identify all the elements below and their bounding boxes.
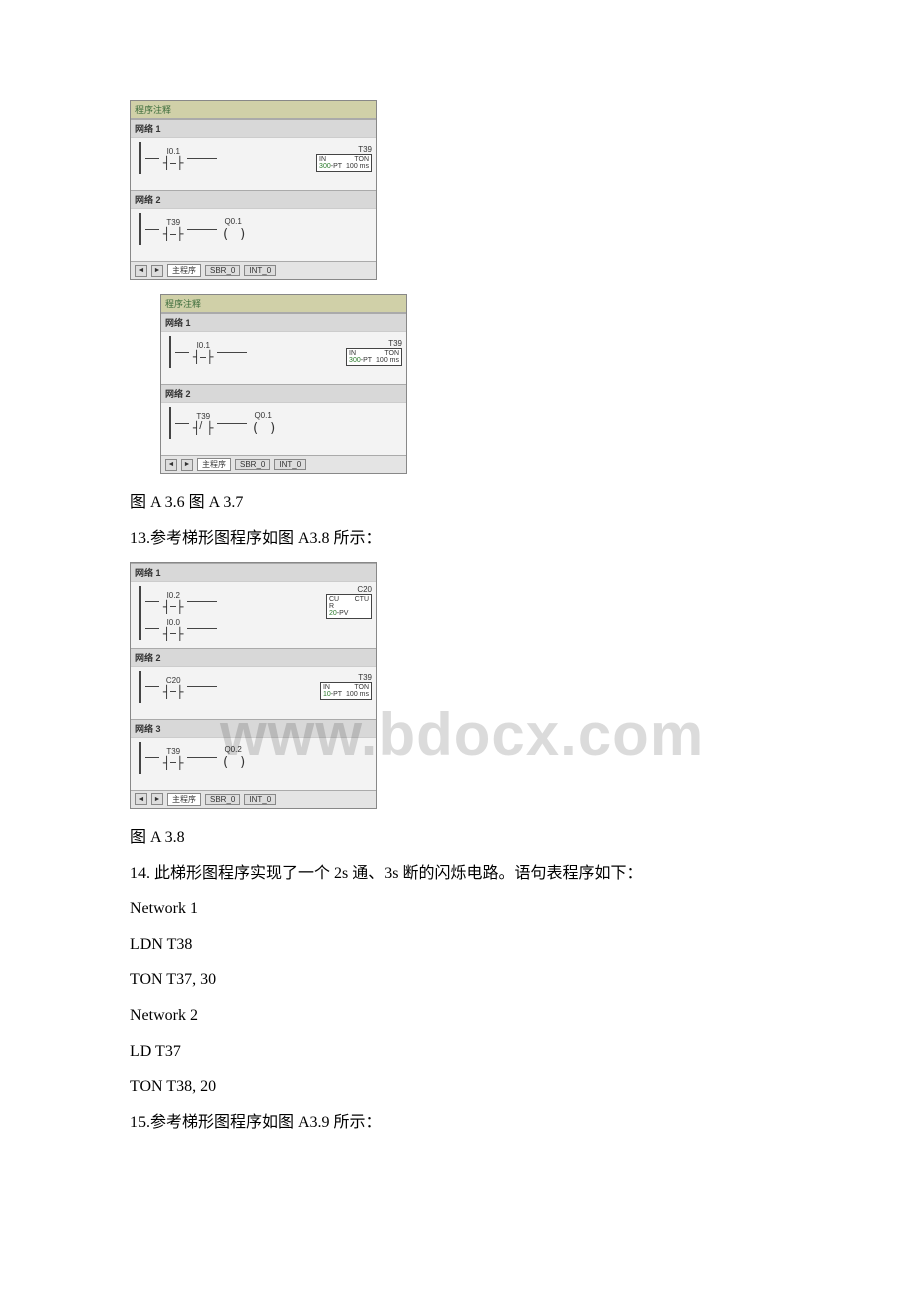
tab-int0[interactable]: INT_0 [274, 459, 306, 470]
wire [145, 601, 159, 602]
tab-main[interactable]: 主程序 [167, 264, 201, 277]
wire [175, 352, 189, 353]
contact-c20: C20 ┤├ [163, 676, 183, 698]
stl-network-1: Network 1 [130, 896, 790, 922]
timer-block-ton: INTON 10-PT100 ms [320, 682, 372, 700]
tab-int0[interactable]: INT_0 [244, 794, 276, 805]
wire [217, 423, 247, 424]
stl-line-1: LDN T38 [130, 932, 790, 958]
contact-t39: T39 ┤├ [163, 747, 183, 769]
figure-a3-7: 程序注释 网络 1 I0.1 ┤├ T39 INTON 300- [160, 294, 407, 474]
network-1-label: 网络 1 [161, 313, 406, 332]
contact-i0-1: I0.1 ┤├ [193, 341, 213, 363]
wire [187, 757, 217, 758]
line-15: 15.参考梯形图程序如图 A3.9 所示： [130, 1110, 790, 1136]
figure-a3-8: 网络 1 I0.2 ┤├ C20 CUCTU R [130, 562, 377, 809]
contact-nc-t39: T39 ┤├ [193, 412, 213, 434]
contact-i0-0: I0.0 ┤├ [163, 618, 183, 640]
wire [175, 423, 189, 424]
line-14: 14. 此梯形图程序实现了一个 2s 通、3s 断的闪烁电路。语句表程序如下： [130, 861, 790, 887]
stl-line-2: TON T37, 30 [130, 967, 790, 993]
timer-block-ton: INTON 300-PT100 ms [316, 154, 372, 172]
tab-sbr0[interactable]: SBR_0 [235, 459, 270, 470]
contact-i0-1: I0.1 ┤├ [163, 147, 183, 169]
figure-a3-6: 程序注释 网络 1 I0.1 ┤├ T39 INTON 300- [130, 100, 377, 280]
tab-arrow-right-icon[interactable]: ► [151, 793, 163, 805]
program-comment-header: 程序注释 [161, 295, 406, 313]
network-2-label: 网络 2 [131, 648, 376, 667]
wire [187, 229, 217, 230]
coil-q0-1: Q0.1 ( ) [221, 217, 244, 242]
stl-network-2: Network 2 [130, 1003, 790, 1029]
wire [187, 686, 217, 687]
wire [187, 628, 217, 629]
counter-block-ctu: CUCTU R 20-PV [326, 594, 372, 619]
wire [187, 601, 217, 602]
tab-sbr0[interactable]: SBR_0 [205, 265, 240, 276]
program-comment-header: 程序注释 [131, 101, 376, 119]
program-tabs: ◄ ► 主程序 SBR_0 INT_0 [131, 790, 376, 808]
timer-label-t39: T39 [388, 339, 402, 348]
tab-arrow-left-icon[interactable]: ◄ [135, 265, 147, 277]
wire [145, 158, 159, 159]
tab-main[interactable]: 主程序 [197, 458, 231, 471]
tab-arrow-left-icon[interactable]: ◄ [165, 459, 177, 471]
wire [145, 229, 159, 230]
contact-t39: T39 ┤├ [163, 218, 183, 240]
network-1-label: 网络 1 [131, 119, 376, 138]
tab-arrow-right-icon[interactable]: ► [151, 265, 163, 277]
timer-label-t39: T39 [358, 673, 372, 682]
network-3-label: 网络 3 [131, 719, 376, 738]
line-13: 13.参考梯形图程序如图 A3.8 所示： [130, 526, 790, 552]
wire [145, 757, 159, 758]
tab-int0[interactable]: INT_0 [244, 265, 276, 276]
timer-label-t39: T39 [358, 145, 372, 154]
stl-line-3: LD T37 [130, 1039, 790, 1065]
wire [217, 352, 247, 353]
counter-label-c20: C20 [357, 585, 372, 594]
network-2-label: 网络 2 [131, 190, 376, 209]
network-1-label: 网络 1 [131, 563, 376, 582]
tab-main[interactable]: 主程序 [167, 793, 201, 806]
network-2-label: 网络 2 [161, 384, 406, 403]
timer-block-ton: INTON 300-PT100 ms [346, 348, 402, 366]
stl-line-4: TON T38, 20 [130, 1074, 790, 1100]
coil-q0-1: Q0.1 ( ) [251, 411, 274, 436]
tab-sbr0[interactable]: SBR_0 [205, 794, 240, 805]
coil-q0-2: Q0.2 ( ) [221, 745, 244, 770]
tab-arrow-left-icon[interactable]: ◄ [135, 793, 147, 805]
wire [145, 628, 159, 629]
caption-a3-8: 图 A 3.8 [130, 823, 790, 847]
program-tabs: ◄ ► 主程序 SBR_0 INT_0 [161, 455, 406, 473]
program-tabs: ◄ ► 主程序 SBR_0 INT_0 [131, 261, 376, 279]
wire [145, 686, 159, 687]
caption-a3-6-a3-7: 图 A 3.6 图 A 3.7 [130, 488, 790, 512]
contact-i0-2: I0.2 ┤├ [163, 591, 183, 613]
wire [187, 158, 217, 159]
tab-arrow-right-icon[interactable]: ► [181, 459, 193, 471]
